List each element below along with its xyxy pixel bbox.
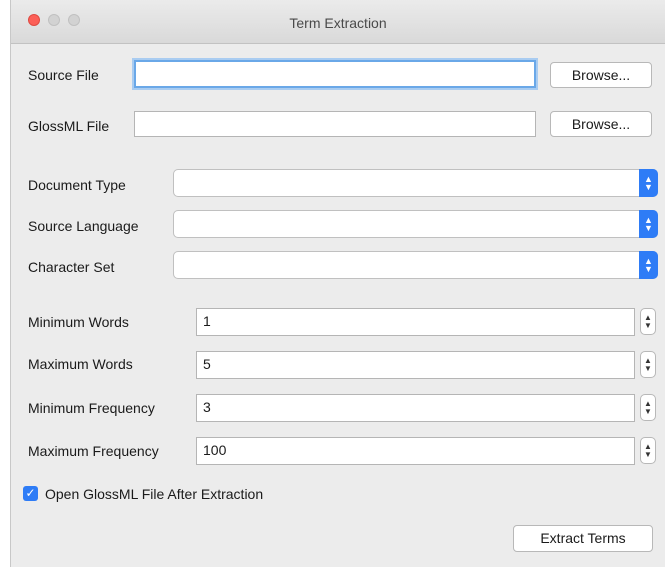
extract-terms-button[interactable]: Extract Terms (513, 525, 653, 552)
document-type-select[interactable]: ▲ ▼ (173, 169, 658, 197)
chevron-updown-icon: ▲ ▼ (639, 169, 658, 197)
chevron-updown-icon: ▲ ▼ (639, 210, 658, 238)
max-words-label: Maximum Words (28, 356, 133, 372)
min-frequency-label: Minimum Frequency (28, 400, 155, 416)
source-file-label: Source File (28, 67, 99, 83)
glossml-file-label: GlossML File (28, 118, 110, 134)
source-language-select[interactable]: ▲ ▼ (173, 210, 658, 238)
checkmark-icon: ✓ (25, 486, 36, 500)
max-frequency-input[interactable]: 100 (196, 437, 635, 465)
max-frequency-label: Maximum Frequency (28, 443, 159, 459)
document-type-label: Document Type (28, 177, 126, 193)
min-words-input[interactable]: 1 (196, 308, 635, 336)
max-words-stepper[interactable]: ▲ ▼ (640, 351, 656, 378)
glossml-file-input[interactable] (134, 111, 536, 137)
source-file-input[interactable] (134, 60, 536, 88)
character-set-select[interactable]: ▲ ▼ (173, 251, 658, 279)
glossml-browse-button[interactable]: Browse... (550, 111, 652, 137)
term-extraction-window: Term Extraction Source File Browse... Gl… (10, 0, 665, 567)
character-set-label: Character Set (28, 259, 115, 275)
max-frequency-stepper[interactable]: ▲ ▼ (640, 437, 656, 464)
max-words-input[interactable]: 5 (196, 351, 635, 379)
min-frequency-stepper[interactable]: ▲ ▼ (640, 394, 656, 421)
window-title: Term Extraction (289, 15, 387, 31)
min-words-label: Minimum Words (28, 314, 129, 330)
title-bar: Term Extraction (11, 0, 665, 44)
source-browse-button[interactable]: Browse... (550, 62, 652, 88)
source-language-label: Source Language (28, 218, 139, 234)
open-after-label: Open GlossML File After Extraction (45, 486, 264, 502)
min-words-stepper[interactable]: ▲ ▼ (640, 308, 656, 335)
chevron-updown-icon: ▲ ▼ (639, 251, 658, 279)
min-frequency-input[interactable]: 3 (196, 394, 635, 422)
open-after-checkbox[interactable]: ✓ (23, 486, 38, 501)
